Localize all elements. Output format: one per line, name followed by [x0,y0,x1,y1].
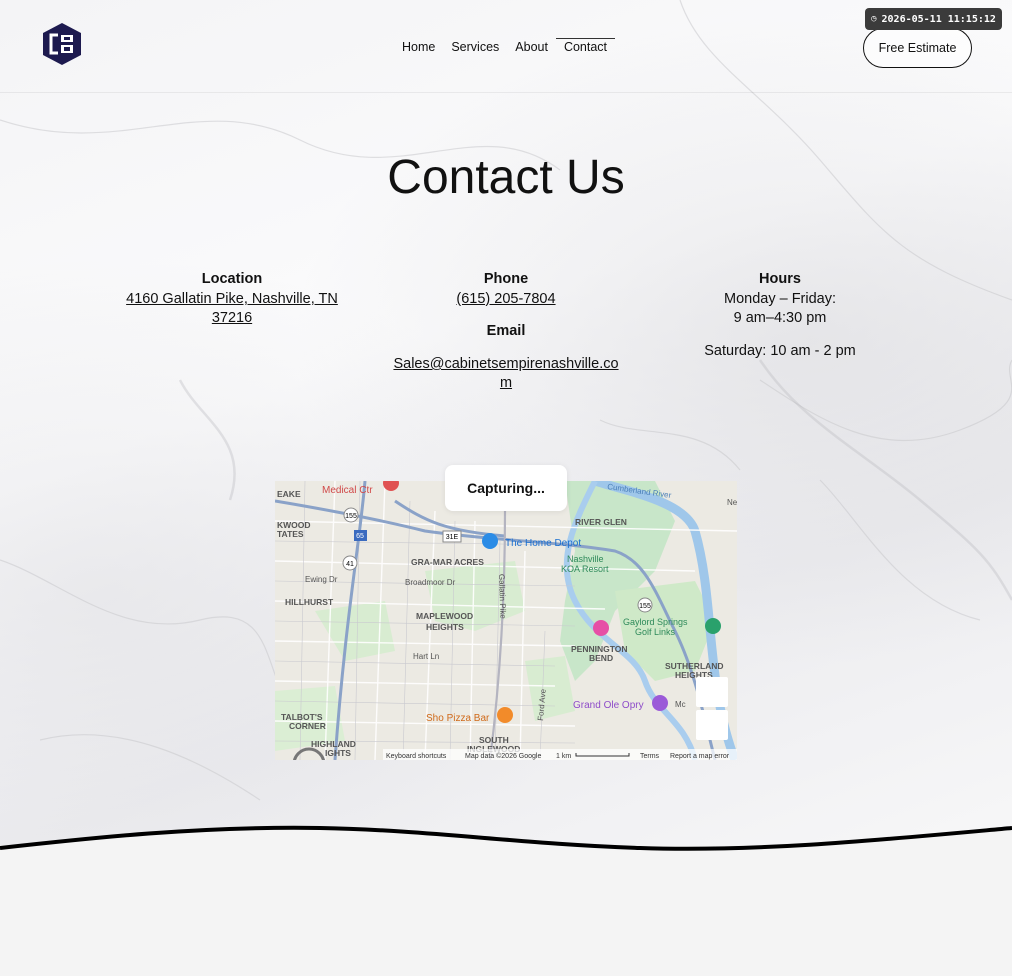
map-label-hartln: Hart Ln [413,652,439,661]
hours-saturday: Saturday: 10 am - 2 pm [704,343,856,359]
capturing-overlay: Capturing... [445,465,567,511]
map-route-155a: 155 [345,513,357,520]
map-label-tates: TATES [277,529,304,539]
map-keyboard-shortcuts[interactable]: Keyboard shortcuts [386,753,447,760]
section-divider-wave [0,825,1012,860]
hours-weekdays-label: Monday – Friday: [723,291,837,307]
hours-weekdays-time: 9 am–4:30 pm [733,310,827,326]
cabinets-empire-logo[interactable] [41,22,83,66]
map-label-neu: Neu [727,498,737,507]
map-scale-label: 1 km [556,753,571,760]
map-label-highland-2: IGHTS [325,748,351,758]
location-block: Location 4160 Gallatin Pike, Nashville, … [120,270,344,328]
free-estimate-button[interactable]: Free Estimate [863,28,972,68]
map-label-hillhurst: HILLHURST [285,597,334,607]
map-report-error-link[interactable]: Report a map error [670,753,730,760]
google-map[interactable]: 155 155 65 41 31E EAKE KWOOD TATES RIVER… [275,481,737,760]
address-line-2: 37216 [211,310,253,326]
nav-services[interactable]: Services [443,38,507,56]
nav-contact[interactable]: Contact [555,38,616,56]
address-link[interactable]: 4160 Gallatin Pike, Nashville, TN 37216 [126,291,338,326]
email-link[interactable]: Sales@cabinetsempirenashville.co m [393,356,618,391]
location-heading: Location [201,271,263,287]
main-nav: Home Services About Contact [394,38,616,56]
map-route-31e: 31E [446,534,459,541]
email-heading: Email [486,323,526,339]
map-label-gaylord-1: Gaylord Springs [623,617,688,627]
phone-heading: Phone [483,271,529,287]
map-data-credit: Map data ©2026 Google [465,752,541,760]
phone-link[interactable]: (615) 205-7804 [456,291,555,307]
map-label-maplewood-2: HEIGHTS [426,622,464,632]
map-route-155b: 155 [639,603,651,610]
timestamp-text: 2026-05-11 11:15:12 [881,13,996,25]
map-label-eake: EAKE [277,489,301,499]
address-line-1: 4160 Gallatin Pike, Nashville, TN [126,291,338,307]
map-label-koa-2: KOA Resort [561,564,609,574]
hours-heading: Hours [759,271,801,287]
nav-about[interactable]: About [507,38,556,56]
map-label-home-depot: The Home Depot [505,538,581,549]
site-header: Home Services About Contact Free Estimat… [0,0,1012,93]
page-title: Contact Us [387,151,625,204]
map-zoom-out-button[interactable] [696,710,728,740]
map-label-grand-ole-opry: Grand Ole Opry [573,700,644,711]
clock-icon: ◷ [871,14,877,24]
footer-background [0,845,1012,976]
map-route-65: 65 [356,533,364,540]
map-label-pennington-2: BEND [589,653,613,663]
map-label-koa-1: Nashville [567,554,604,564]
map-label-sho-pizza: Sho Pizza Bar [426,713,490,724]
map-label-ewing: Ewing Dr [305,575,338,584]
map-label-medical: Medical Ctr [322,485,373,496]
map-label-talbot-2: CORNER [289,721,326,731]
timestamp-badge: ◷ 2026-05-11 11:15:12 [865,8,1002,30]
map-label-mc: Mc [675,700,686,709]
map-terms-link[interactable]: Terms [640,753,660,760]
map-label-gallatin: Gallatin Pike [497,574,508,620]
map-label-gaylord-2: Golf Links [635,627,676,637]
map-label-gramar: GRA-MAR ACRES [411,557,484,567]
map-label-maplewood-1: MAPLEWOOD [416,611,473,621]
phone-email-block: Phone (615) 205-7804 Email Sales@cabinet… [386,270,626,393]
map-label-river-glen: RIVER GLEN [575,517,627,527]
nav-home[interactable]: Home [394,38,443,56]
map-zoom-in-button[interactable] [696,677,728,707]
hours-block: Hours Monday – Friday: 9 am–4:30 pm Satu… [680,270,880,361]
map-route-41: 41 [346,561,354,568]
map-label-broadmoor: Broadmoor Dr [405,578,456,587]
email-line-2: m [499,375,513,391]
email-line-1: Sales@cabinetsempirenashville.co [393,356,619,372]
